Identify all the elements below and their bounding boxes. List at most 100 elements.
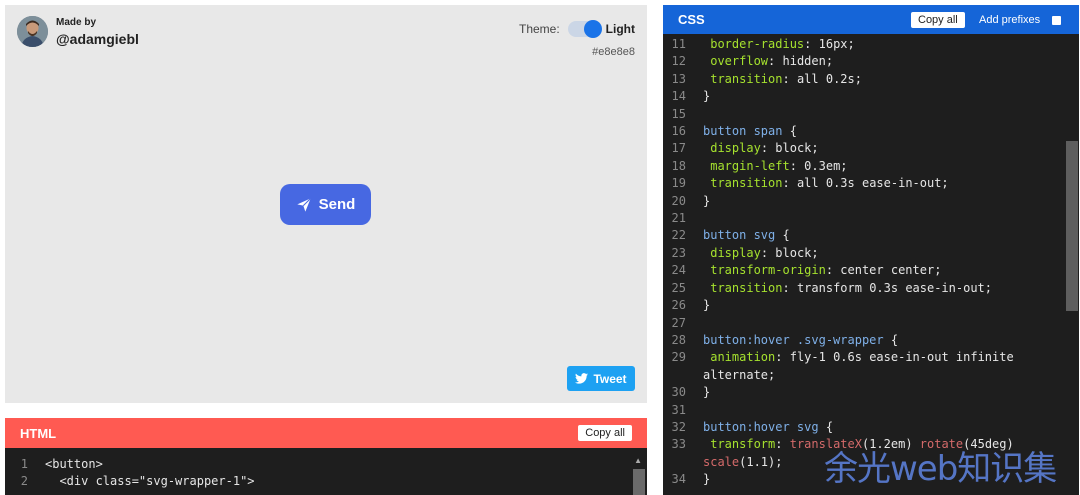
code-text: transform-origin: center center;: [710, 263, 942, 278]
line-number: 30: [671, 385, 686, 400]
code-text: margin-left: 0.3em;: [710, 158, 848, 173]
code-line: 11 border-radius: 16px;: [663, 36, 1065, 53]
theme-switcher: Theme: Light: [518, 20, 635, 38]
line-number: 22: [671, 228, 686, 243]
code-line: 19 transition: all 0.3s ease-in-out;: [663, 175, 1065, 192]
code-line: 23 display: block;: [663, 245, 1065, 262]
line-number: 21: [671, 211, 686, 226]
theme-toggle-knob[interactable]: [583, 20, 602, 38]
line-number: 17: [671, 141, 686, 156]
code-text: button span {: [703, 124, 797, 139]
theme-label: Theme:: [518, 22, 560, 36]
css-code-panel: CSS Copy all Add prefixes 11 border-radi…: [663, 5, 1079, 495]
code-line: 28 button:hover .svg-wrapper {: [663, 332, 1065, 349]
scroll-up-icon[interactable]: ▲: [634, 456, 642, 465]
line-number: 1: [20, 457, 28, 471]
add-prefixes-checkbox[interactable]: [1052, 16, 1061, 25]
line-number: 23: [671, 245, 686, 260]
line-number: 14: [671, 89, 686, 104]
line-number: 31: [671, 402, 686, 417]
code-line: 27: [663, 315, 1065, 332]
html-code-panel: HTML Copy all 1 <button> 2 <div class="s…: [5, 418, 647, 495]
code-text: }: [703, 298, 711, 313]
line-number: 16: [671, 124, 686, 139]
code-line: 30}: [663, 384, 1065, 401]
css-panel-title: CSS: [678, 12, 705, 27]
line-number: 32: [671, 419, 686, 434]
add-prefixes-label: Add prefixes: [979, 14, 1041, 26]
code-line: 24 transform-origin: center center;: [663, 262, 1065, 279]
theme-toggle[interactable]: [567, 20, 602, 38]
code-line: 25 transition: transform 0.3s ease-in-ou…: [663, 280, 1065, 297]
code-text: animation: fly-1 0.6s ease-in-out infini…: [703, 350, 1021, 382]
send-button[interactable]: Send: [280, 184, 371, 225]
line-number: 18: [671, 158, 686, 173]
code-text: transition: all 0.2s;: [710, 71, 862, 86]
code-line: 12 overflow: hidden;: [663, 53, 1065, 70]
code-text: }: [703, 193, 711, 208]
code-line: 26}: [663, 297, 1065, 314]
css-code-editor[interactable]: 11 border-radius: 16px; 12 overflow: hidd…: [663, 34, 1065, 489]
line-number: 19: [671, 176, 686, 191]
line-number: 34: [671, 472, 686, 487]
code-line: 13 transition: all 0.2s;: [663, 71, 1065, 88]
author-avatar[interactable]: [17, 16, 48, 47]
code-text: button svg {: [703, 228, 790, 243]
tweet-button[interactable]: Tweet: [567, 366, 635, 391]
line-number: 26: [671, 298, 686, 313]
code-line: 14}: [663, 88, 1065, 105]
line-number: 25: [671, 280, 686, 295]
send-button-label: Send: [318, 196, 356, 213]
code-text: }: [703, 89, 711, 104]
css-scrollbar[interactable]: [1065, 34, 1079, 495]
line-number: 15: [671, 106, 686, 121]
code-text: display: block;: [710, 245, 819, 260]
code-line: 21: [663, 210, 1065, 227]
code-text: button:hover svg {: [703, 419, 834, 434]
made-by-label: Made by: [56, 16, 97, 28]
twitter-bird-icon: [575, 373, 589, 384]
author-handle[interactable]: @adamgiebl: [56, 32, 139, 46]
code-line: 20}: [663, 193, 1065, 210]
line-number: 11: [671, 37, 686, 51]
code-text: button:hover .svg-wrapper {: [703, 332, 899, 347]
line-number: 2: [20, 474, 28, 489]
paper-plane-icon: [296, 197, 311, 212]
html-copy-all-button[interactable]: Copy all: [578, 425, 632, 441]
line-number: 27: [671, 315, 686, 330]
line-number: 13: [671, 71, 686, 86]
code-line: 15: [663, 106, 1065, 123]
code-text: <div class="svg-wrapper-1">: [45, 474, 255, 489]
watermark: 余光web知识集: [824, 449, 1057, 489]
css-panel-header: CSS Copy all Add prefixes: [663, 5, 1079, 34]
preview-panel: Made by @adamgiebl Theme: Light #e8e8e8 …: [5, 5, 647, 403]
line-number: 33: [671, 437, 686, 452]
theme-value: Light: [605, 22, 635, 36]
html-scrollbar-thumb[interactable]: [633, 469, 645, 495]
background-hex: #e8e8e8: [592, 46, 635, 58]
css-scrollbar-thumb[interactable]: [1066, 141, 1078, 311]
html-panel-title: HTML: [20, 425, 57, 441]
line-number: 12: [671, 54, 686, 69]
code-text: }: [703, 385, 711, 400]
code-line: 16 button span {: [663, 123, 1065, 140]
code-text: transition: all 0.3s ease-in-out;: [710, 176, 949, 191]
html-code-editor[interactable]: 1 <button> 2 <div class="svg-wrapper-1">…: [5, 448, 647, 495]
code-line: 17 display: block;: [663, 140, 1065, 157]
code-line: 22 button svg {: [663, 227, 1065, 244]
code-line: 1 <button>: [5, 456, 647, 473]
code-line: 31: [663, 402, 1065, 419]
code-text: transition: transform 0.3s ease-in-out;: [710, 280, 993, 295]
line-number: 28: [671, 332, 686, 347]
line-number: 20: [671, 193, 686, 208]
html-panel-header: HTML Copy all: [5, 418, 647, 448]
tweet-button-label: Tweet: [593, 371, 627, 386]
css-copy-all-button[interactable]: Copy all: [911, 12, 965, 28]
code-text: overflow: hidden;: [710, 54, 834, 69]
author-credit[interactable]: Made by @adamgiebl: [17, 16, 139, 47]
code-line: 29 animation: fly-1 0.6s ease-in-out inf…: [663, 349, 1065, 384]
code-line: 18 margin-left: 0.3em;: [663, 158, 1065, 175]
code-text: display: block;: [710, 141, 819, 156]
code-line: 32 button:hover svg {: [663, 419, 1065, 436]
code-text: <button>: [45, 457, 103, 471]
